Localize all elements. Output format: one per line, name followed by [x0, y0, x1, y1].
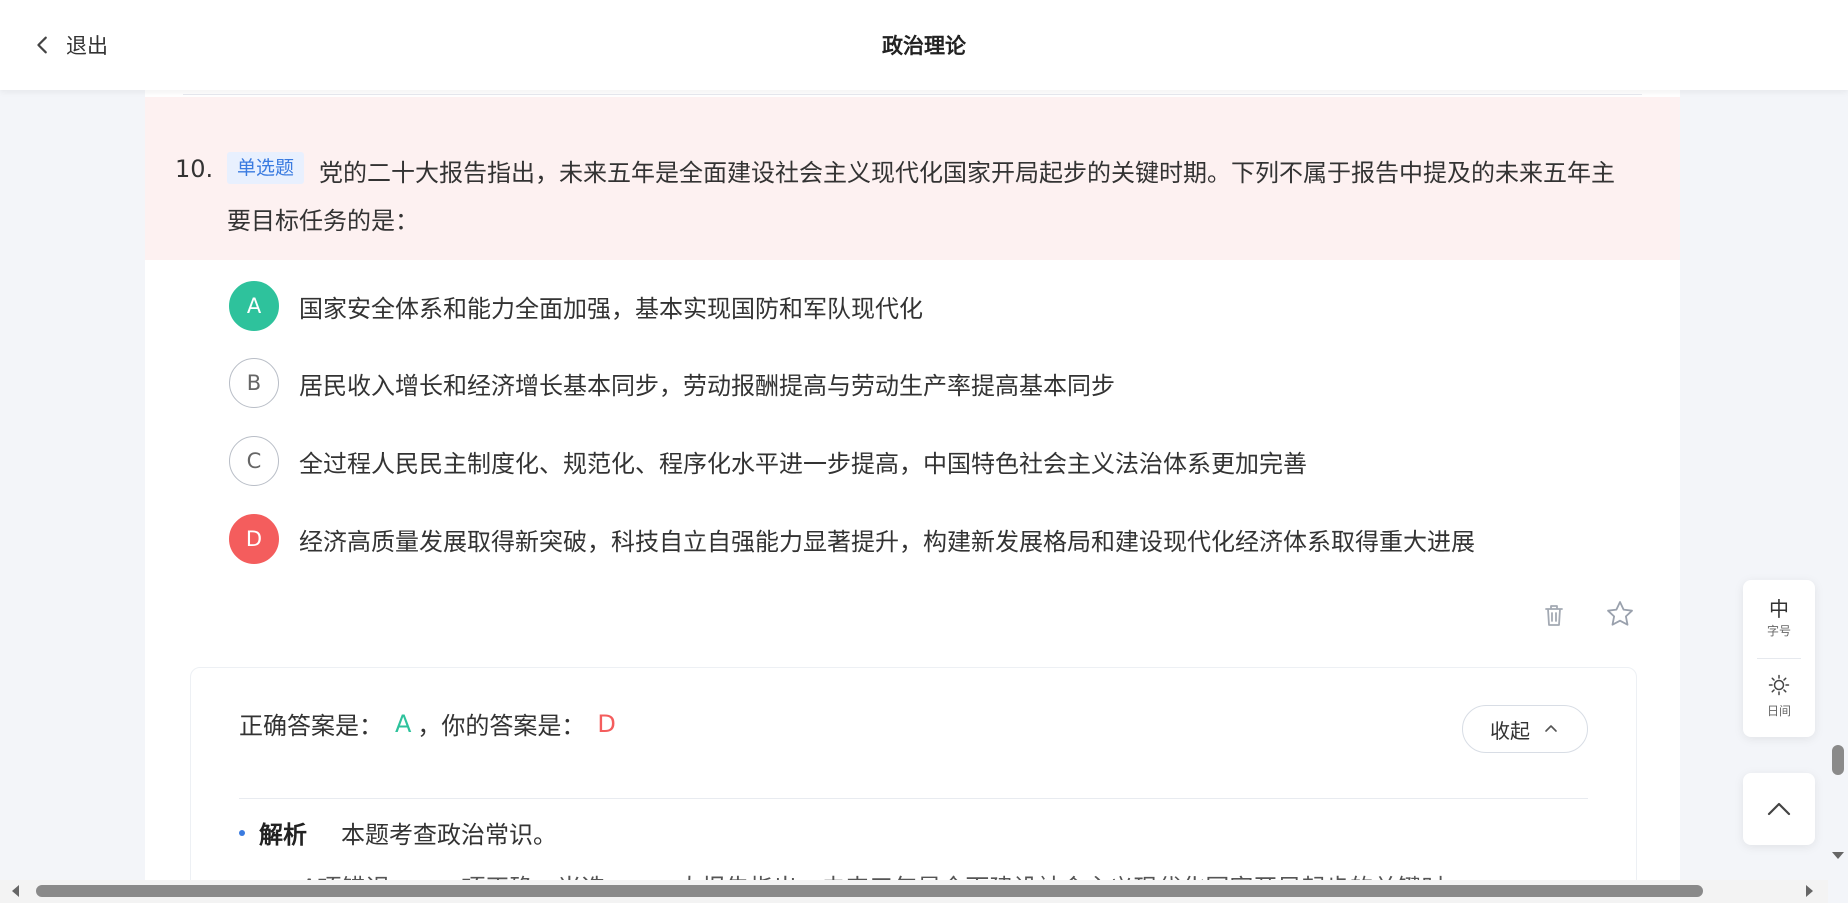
analysis-section: 解析 本题考查政治常识。 — [239, 815, 557, 850]
sun-icon — [1768, 674, 1790, 696]
scroll-down-arrow-icon[interactable] — [1832, 852, 1844, 859]
analysis-text: 本题考查政治常识。 — [341, 821, 557, 849]
star-icon[interactable] — [1605, 599, 1635, 629]
trash-icon[interactable] — [1539, 600, 1569, 630]
chevron-up-icon — [1545, 725, 1557, 732]
option-text: 居民收入增长和经济增长基本同步，劳动报酬提高与劳动生产率提高基本同步 — [299, 371, 1115, 400]
collapse-label: 收起 — [1490, 718, 1530, 743]
page-title: 政治理论 — [882, 34, 966, 58]
collapse-button[interactable]: 收起 — [1462, 705, 1588, 753]
back-to-top-button[interactable] — [1743, 773, 1815, 845]
divider — [239, 798, 1588, 799]
your-answer-label: 你的答案是： — [441, 712, 586, 740]
divider — [183, 94, 1642, 95]
correct-answer-label: 正确答案是： — [239, 712, 383, 740]
option-letter: D — [229, 514, 279, 564]
answer-summary: 正确答案是： A ， 你的答案是： D — [239, 706, 616, 741]
chevron-up-icon — [1767, 802, 1791, 816]
bullet-icon — [239, 829, 245, 836]
theme-button[interactable]: 日间 — [1743, 674, 1815, 719]
your-answer-value: D — [597, 709, 616, 738]
question-header: 10. 党的二十大报告指出，未来五年是全面建设社会主义现代化国家开局起步的关键时… — [145, 97, 1680, 260]
font-size-label: 字号 — [1766, 624, 1791, 638]
analysis-continued-text: A项错误。……项正确，当选。……大报告指出，未来五年是全面建设社会主义现代化国家… — [301, 868, 1445, 880]
question-text: 党的二十大报告指出，未来五年是全面建设社会主义现代化国家开局起步的关键时期。下列… — [227, 159, 1615, 235]
option-letter: B — [229, 358, 279, 408]
option-letter: A — [229, 281, 279, 331]
option-c[interactable]: C 全过程人民民主制度化、规范化、程序化水平进一步提高，中国特色社会主义法治体系… — [229, 436, 1307, 486]
question-type-badge: 单选题 — [227, 152, 305, 184]
option-text: 经济高质量发展取得新突破，科技自立自强能力显著提升，构建新发展格局和建设现代化经… — [299, 527, 1475, 556]
correct-answer-value: A — [395, 709, 412, 738]
option-letter: C — [229, 436, 279, 486]
answer-separator: ， — [417, 712, 442, 740]
analysis-title: 解析 — [259, 821, 307, 849]
reading-tools: 中 字号 日间 — [1743, 580, 1815, 737]
scroll-right-arrow-icon[interactable] — [1806, 885, 1813, 897]
theme-label: 日间 — [1766, 704, 1791, 718]
option-d[interactable]: D 经济高质量发展取得新突破，科技自立自强能力显著提升，构建新发展格局和建设现代… — [229, 514, 1475, 564]
divider — [1757, 658, 1801, 659]
option-text: 国家安全体系和能力全面加强，基本实现国防和军队现代化 — [299, 294, 923, 323]
question-number: 10. — [175, 155, 214, 183]
top-bar: 退出 政治理论 — [0, 0, 1848, 90]
question-card: 10. 党的二十大报告指出，未来五年是全面建设社会主义现代化国家开局起步的关键时… — [145, 90, 1680, 880]
font-size-button[interactable]: 中 字号 — [1743, 598, 1815, 639]
option-text: 全过程人民民主制度化、规范化、程序化水平进一步提高，中国特色社会主义法治体系更加… — [299, 449, 1307, 478]
font-size-value: 中 — [1769, 597, 1789, 621]
answer-panel: 正确答案是： A ， 你的答案是： D 收起 解析 本题考查政治常识。 A项错误… — [190, 667, 1637, 880]
scroll-left-arrow-icon[interactable] — [12, 885, 19, 897]
option-b[interactable]: B 居民收入增长和经济增长基本同步，劳动报酬提高与劳动生产率提高基本同步 — [229, 358, 1115, 408]
vertical-scrollbar-thumb[interactable] — [1832, 745, 1844, 775]
horizontal-scrollbar-thumb[interactable] — [36, 885, 1703, 897]
option-a[interactable]: A 国家安全体系和能力全面加强，基本实现国防和军队现代化 — [229, 281, 923, 331]
